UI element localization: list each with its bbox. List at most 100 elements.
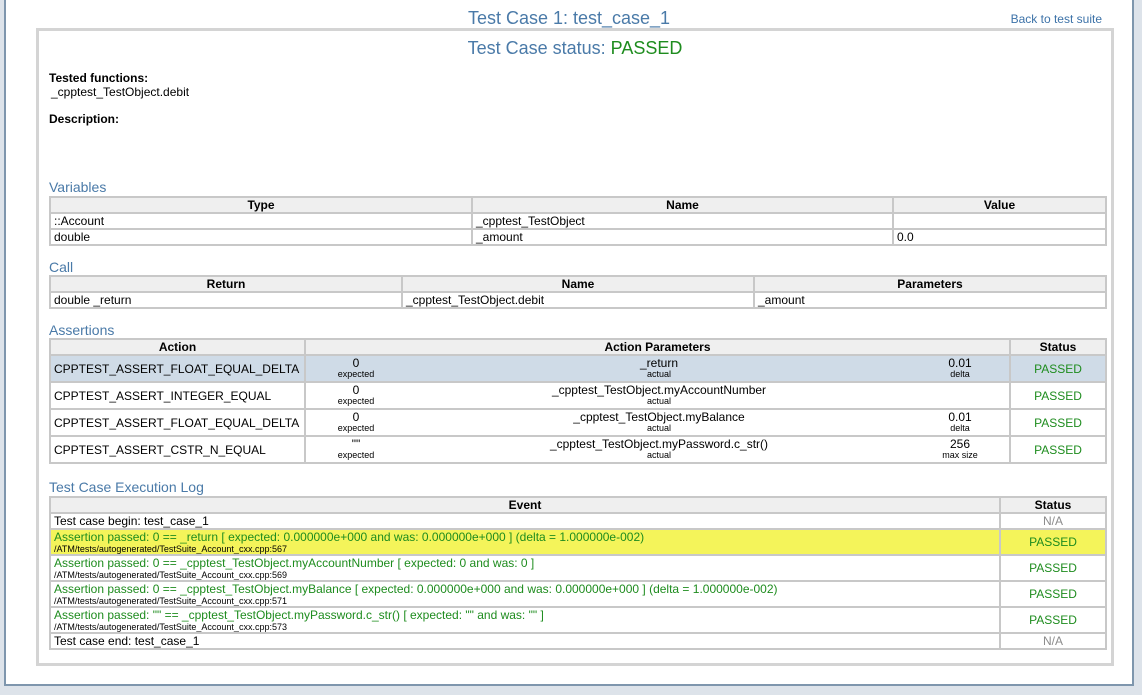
assertion-action: CPPTEST_ASSERT_CSTR_N_EQUAL	[49, 435, 306, 464]
table-row: CPPTEST_ASSERT_FLOAT_EQUAL_DELTA 0 expec…	[49, 354, 1107, 383]
status-label: Test Case status:	[467, 38, 611, 58]
tested-functions-label: Tested functions:	[49, 71, 149, 85]
column-header: Status	[999, 496, 1107, 514]
log-source-path: /ATM/tests/autogenerated/TestSuite_Accou…	[54, 570, 287, 580]
execution-log-section-title: Test Case Execution Log	[49, 479, 204, 495]
execution-log-table: Event Status Test case begin: test_case_…	[49, 496, 1107, 650]
column-header: Value	[892, 196, 1107, 214]
tested-functions-value: _cpptest_TestObject.debit	[51, 85, 190, 99]
status-badge: PASSED	[999, 606, 1107, 634]
variable-value	[892, 212, 1107, 230]
variables-section-title: Variables	[49, 179, 107, 195]
log-event-cell: Assertion passed: 0 == _return [ expecte…	[49, 528, 1001, 556]
status-badge: PASSED	[999, 528, 1107, 556]
variable-type: ::Account	[49, 212, 473, 230]
table-row: Assertion passed: 0 == _return [ expecte…	[49, 528, 1107, 556]
call-return: double _return	[49, 291, 403, 309]
actual-caption: actual	[646, 369, 672, 379]
table-row: double _return _cpptest_TestObject.debit…	[49, 291, 1107, 309]
log-event: Assertion passed: 0 == _cpptest_TestObje…	[54, 582, 778, 596]
test-case-status: Test Case status: PASSED	[39, 38, 1111, 59]
assertion-parameters: 0 expected _return actual 0.01 delta	[304, 354, 1011, 383]
call-name: _cpptest_TestObject.debit	[401, 291, 755, 309]
expected-caption: expected	[337, 423, 375, 433]
column-header: Name	[471, 196, 894, 214]
table-row: Test case begin: test_case_1 N/A	[49, 512, 1107, 530]
back-to-test-suite-link[interactable]: Back to test suite	[1011, 12, 1102, 26]
variable-value: 0.0	[892, 228, 1107, 246]
column-header: Type	[49, 196, 473, 214]
table-row: double _amount 0.0	[49, 228, 1107, 246]
actual-caption: actual	[646, 423, 672, 433]
variable-name: _amount	[471, 228, 894, 246]
assertions-section-title: Assertions	[49, 322, 115, 338]
actual-caption: actual	[646, 396, 672, 406]
table-row: Assertion passed: 0 == _cpptest_TestObje…	[49, 554, 1107, 582]
log-event-cell: Assertion passed: "" == _cpptest_TestObj…	[49, 606, 1001, 634]
table-row: Test case end: test_case_1 N/A	[49, 632, 1107, 650]
status-badge: N/A	[999, 512, 1107, 530]
log-event: Assertion passed: "" == _cpptest_TestObj…	[54, 608, 544, 622]
actual-value: _cpptest_TestObject.myBalance	[573, 410, 745, 424]
extra-value: 0.01	[948, 356, 972, 370]
extra-caption: max size	[942, 450, 978, 460]
status-badge: PASSED	[999, 554, 1107, 582]
status-badge: PASSED	[1009, 381, 1107, 410]
assertion-parameters: 0 expected _cpptest_TestObject.myBalance…	[304, 408, 1011, 437]
assertion-parameters: "" expected _cpptest_TestObject.myPasswo…	[304, 435, 1011, 464]
actual-value: _return	[639, 356, 679, 370]
expected-caption: expected	[337, 369, 375, 379]
log-source-path: /ATM/tests/autogenerated/TestSuite_Accou…	[54, 596, 287, 606]
column-header: Parameters	[753, 275, 1107, 293]
call-section-title: Call	[49, 259, 74, 275]
status-badge: PASSED	[1009, 435, 1107, 464]
expected-value: 0	[352, 356, 360, 370]
extra-value: 0.01	[948, 410, 972, 424]
table-row: CPPTEST_ASSERT_CSTR_N_EQUAL "" expected …	[49, 435, 1107, 464]
actual-value: _cpptest_TestObject.myAccountNumber	[551, 383, 767, 397]
expected-value: ""	[351, 437, 361, 451]
log-event: Test case begin: test_case_1	[49, 512, 1001, 530]
column-header: Return	[49, 275, 403, 293]
table-row: Assertion passed: "" == _cpptest_TestObj…	[49, 606, 1107, 634]
expected-value: 0	[352, 383, 360, 397]
log-event-cell: Assertion passed: 0 == _cpptest_TestObje…	[49, 554, 1001, 582]
report-frame: Test Case 1: test_case_1 Back to test su…	[4, 0, 1134, 686]
description-label: Description:	[49, 112, 120, 126]
assertion-parameters: 0 expected _cpptest_TestObject.myAccount…	[304, 381, 1011, 410]
expected-caption: expected	[337, 396, 375, 406]
column-header: Name	[401, 275, 755, 293]
assertion-action: CPPTEST_ASSERT_INTEGER_EQUAL	[49, 381, 306, 410]
log-source-path: /ATM/tests/autogenerated/TestSuite_Accou…	[54, 622, 287, 632]
extra-caption: delta	[950, 423, 970, 433]
variable-name: _cpptest_TestObject	[471, 212, 894, 230]
log-event: Assertion passed: 0 == _return [ expecte…	[54, 530, 645, 544]
log-event-cell: Assertion passed: 0 == _cpptest_TestObje…	[49, 580, 1001, 608]
status-badge: PASSED	[999, 580, 1107, 608]
extra-value: 256	[949, 437, 971, 451]
log-source-path: /ATM/tests/autogenerated/TestSuite_Accou…	[54, 544, 287, 554]
table-row: ::Account _cpptest_TestObject	[49, 212, 1107, 230]
table-row: CPPTEST_ASSERT_FLOAT_EQUAL_DELTA 0 expec…	[49, 408, 1107, 437]
assertions-table: Action Action Parameters Status CPPTEST_…	[49, 338, 1107, 464]
expected-caption: expected	[337, 450, 375, 460]
status-badge: PASSED	[1009, 354, 1107, 383]
extra-caption: delta	[950, 369, 970, 379]
column-header: Action	[49, 338, 306, 356]
page-title: Test Case 1: test_case_1	[467, 8, 671, 28]
log-event: Test case end: test_case_1	[49, 632, 1001, 650]
assertion-action: CPPTEST_ASSERT_FLOAT_EQUAL_DELTA	[49, 354, 306, 383]
call-parameters: _amount	[753, 291, 1107, 309]
status-badge: PASSED	[1009, 408, 1107, 437]
table-header-row: Type Name Value	[49, 196, 1107, 214]
table-row: Assertion passed: 0 == _cpptest_TestObje…	[49, 580, 1107, 608]
column-header: Event	[49, 496, 1001, 514]
call-table: Return Name Parameters double _return _c…	[49, 275, 1107, 309]
status-value: PASSED	[610, 38, 683, 58]
table-row: CPPTEST_ASSERT_INTEGER_EQUAL 0 expected …	[49, 381, 1107, 410]
variables-table: Type Name Value ::Account _cpptest_TestO…	[49, 196, 1107, 246]
log-event: Assertion passed: 0 == _cpptest_TestObje…	[54, 556, 535, 570]
test-case-panel: Test Case status: PASSED Tested function…	[36, 28, 1114, 666]
table-header-row: Action Action Parameters Status	[49, 338, 1107, 356]
column-header: Status	[1009, 338, 1107, 356]
